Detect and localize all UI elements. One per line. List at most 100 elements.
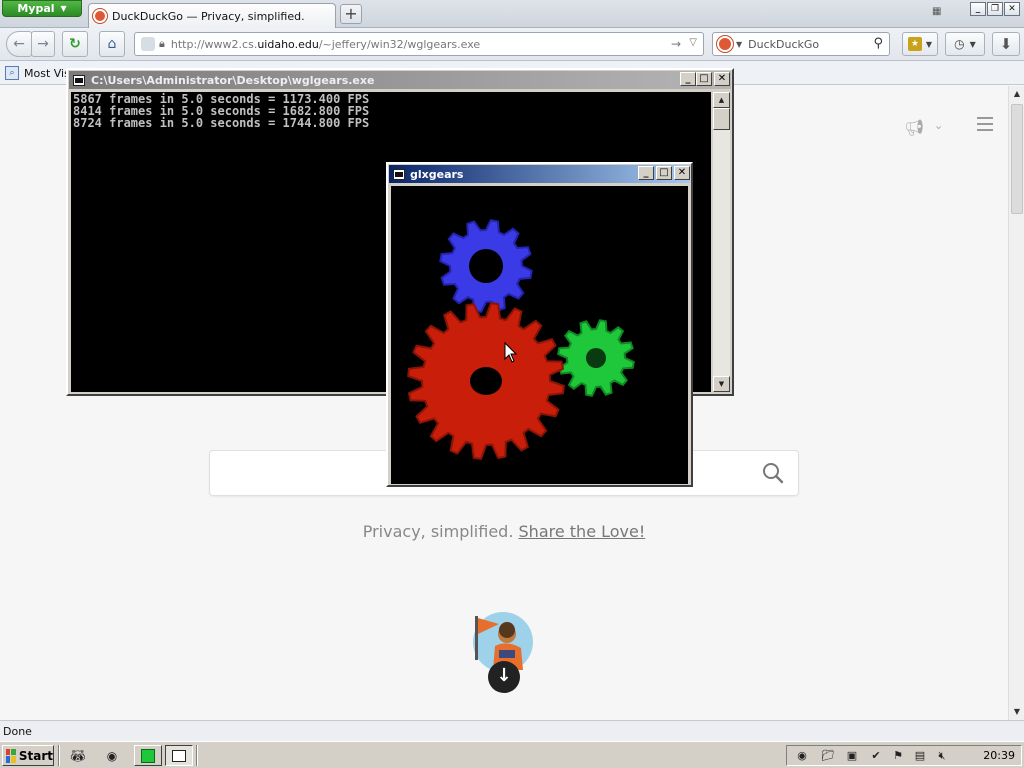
ddg-tagline: Privacy, simplified. Share the Love!	[0, 522, 1008, 541]
glxgears-close-button[interactable]: ✕	[674, 166, 690, 180]
download-arrow-icon: ⬇	[999, 35, 1013, 53]
console-app-icon	[73, 74, 85, 86]
security-tray-icon[interactable]: ✔	[869, 749, 883, 763]
raccoon-quicklaunch-icon[interactable]: 🦝︎	[68, 746, 88, 765]
url-path: /~jeffery/win32/wglgears.exe	[318, 37, 481, 51]
steam-tray-icon[interactable]: ◉	[795, 749, 809, 763]
tagline-text: Privacy, simplified.	[362, 522, 514, 541]
console-text: 5867 frames in 5.0 seconds = 1173.400 FP…	[73, 93, 369, 129]
go-arrow-icon[interactable]: →	[671, 37, 681, 51]
home-button[interactable]: ⌂	[99, 31, 125, 57]
red-gear	[407, 302, 565, 460]
url-domain: uidaho.edu	[257, 37, 319, 51]
flag-tray-icon[interactable]: ⚑	[891, 749, 905, 763]
taskbar: Start 🦝︎ ◉ ◉ 📁︎ ▣ ✔ ⚑ ▤ 🔇︎ 20:39	[0, 741, 1024, 768]
page-scrollbar[interactable]: ▲ ▼	[1008, 86, 1024, 720]
glxgears-minimize-button[interactable]: _	[638, 166, 654, 180]
browser-tab-active[interactable]: DuckDuckGo — Privacy, simplified.	[88, 3, 336, 28]
scroll-down-arrow-icon[interactable]: ▼	[713, 376, 730, 392]
clock: 20:39	[983, 749, 1015, 762]
console-scrollbar[interactable]: ▲ ▼	[713, 92, 730, 392]
bookmarks-button[interactable]: ★ ▼	[902, 32, 938, 56]
glxgears-window: glxgears _ □ ✕	[386, 162, 693, 487]
reload-icon: ↻	[69, 36, 81, 52]
share-the-love-link[interactable]: Share the Love!	[519, 522, 646, 541]
back-arrow-icon: ←	[13, 36, 25, 52]
glxgears-app-icon	[393, 168, 405, 180]
task-button-console[interactable]	[165, 745, 193, 766]
lock-icon: 🔒︎	[159, 37, 165, 50]
back-button[interactable]: ←	[6, 31, 32, 57]
url-bar[interactable]: 🔒︎ http://www2.cs.uidaho.edu/~jeffery/wi…	[134, 32, 704, 56]
start-button[interactable]: Start	[2, 745, 54, 766]
browser-titlebar: Mypal ▼ DuckDuckGo — Privacy, simplified…	[0, 0, 1024, 28]
home-icon: ⌂	[107, 36, 117, 52]
console-close-button[interactable]: ✕	[714, 72, 730, 86]
status-text: Done	[3, 725, 32, 738]
app-menu-button[interactable]: Mypal ▼	[2, 0, 82, 17]
scrollbar-thumb[interactable]	[1011, 104, 1023, 214]
glxgears-canvas[interactable]	[391, 186, 688, 484]
megaphone-icon[interactable]: 📢︎	[904, 118, 924, 137]
tab-title: DuckDuckGo — Privacy, simplified.	[112, 9, 305, 23]
site-identity-icon[interactable]	[141, 37, 155, 51]
bookmark-star-icon: ★	[907, 37, 922, 51]
glxgears-title: glxgears	[410, 167, 464, 181]
hamburger-menu-icon[interactable]	[977, 117, 993, 131]
search-placeholder: DuckDuckGo	[748, 37, 820, 51]
chevron-down-icon[interactable]: ⌄	[934, 119, 943, 132]
url-text[interactable]: http://www2.cs.uidaho.edu/~jeffery/win32…	[171, 38, 480, 51]
search-icon[interactable]	[762, 462, 784, 484]
windows-logo-icon	[6, 748, 16, 763]
most-visited-icon: ⌕	[5, 66, 19, 80]
navigation-toolbar: ← → ↻ ⌂ 🔒︎ http://www2.cs.uidaho.edu/~je…	[0, 28, 1024, 61]
green-window-icon	[141, 748, 155, 763]
clock-icon: ◷	[954, 37, 965, 51]
network-tray-icon[interactable]: ▤	[913, 749, 927, 763]
chevron-down-icon: ▼	[925, 39, 933, 49]
scrollbar-thumb[interactable]	[713, 108, 730, 130]
console-title: C:\Users\Administrator\Desktop\wglgears.…	[91, 73, 375, 87]
duckduckgo-favicon-icon	[93, 9, 107, 23]
scroll-up-arrow-icon[interactable]: ▲	[1010, 87, 1024, 101]
browser-minimize-button[interactable]: _	[970, 2, 986, 16]
console-line: 8724 frames in 5.0 seconds = 1744.800 FP…	[73, 116, 370, 130]
search-bar[interactable]: ▼ DuckDuckGo ⚲	[712, 32, 890, 56]
browser-restore-button[interactable]: ❐	[987, 2, 1003, 16]
url-prefix: http://www2.cs.	[170, 37, 258, 51]
glxgears-maximize-button[interactable]: □	[656, 166, 672, 180]
search-engine-caret-icon[interactable]: ▼	[736, 40, 742, 49]
scroll-up-arrow-icon[interactable]: ▲	[713, 92, 730, 108]
downloads-button[interactable]: ⬇	[992, 32, 1020, 56]
start-label: Start	[18, 748, 53, 763]
taskbar-separator	[58, 745, 60, 766]
history-button[interactable]: ◷ ▼	[945, 32, 985, 56]
app-menu-label: Mypal	[17, 2, 55, 15]
console-minimize-button[interactable]: _	[680, 72, 696, 86]
new-tab-button[interactable]: +	[340, 4, 362, 24]
volume-muted-icon[interactable]: 🔇︎	[935, 749, 949, 763]
scroll-down-arrow-icon[interactable]: ▼	[1010, 705, 1024, 719]
scroll-down-button[interactable]: ↓	[488, 661, 520, 693]
device-tray-icon[interactable]: ▣	[845, 749, 859, 763]
steam-quicklaunch-icon[interactable]: ◉	[102, 746, 122, 765]
console-window-icon	[172, 749, 186, 762]
browser-close-button[interactable]: ✕	[1004, 2, 1020, 16]
task-button-glxgears[interactable]	[134, 745, 162, 766]
system-tray: ◉ 📁︎ ▣ ✔ ⚑ ▤ 🔇︎ 20:39	[786, 745, 1022, 766]
green-gear	[557, 319, 635, 397]
forward-button[interactable]: →	[31, 31, 55, 57]
blue-gear	[439, 219, 533, 313]
taskbar-separator	[196, 745, 198, 766]
folder-tray-icon[interactable]: 📁︎	[821, 749, 835, 763]
url-dropdown-icon[interactable]: ▽	[689, 37, 697, 48]
console-titlebar[interactable]: C:\Users\Administrator\Desktop\wglgears.…	[69, 71, 731, 89]
reload-button[interactable]: ↻	[62, 31, 88, 57]
tab-groups-icon[interactable]: ▦	[932, 6, 944, 18]
console-maximize-button[interactable]: □	[696, 72, 712, 86]
search-icon[interactable]: ⚲	[873, 36, 883, 51]
search-engine-icon[interactable]	[717, 36, 733, 52]
browser-statusbar: Done	[0, 720, 1024, 741]
arrow-down-icon: ↓	[496, 665, 512, 686]
forward-arrow-icon: →	[37, 36, 49, 52]
